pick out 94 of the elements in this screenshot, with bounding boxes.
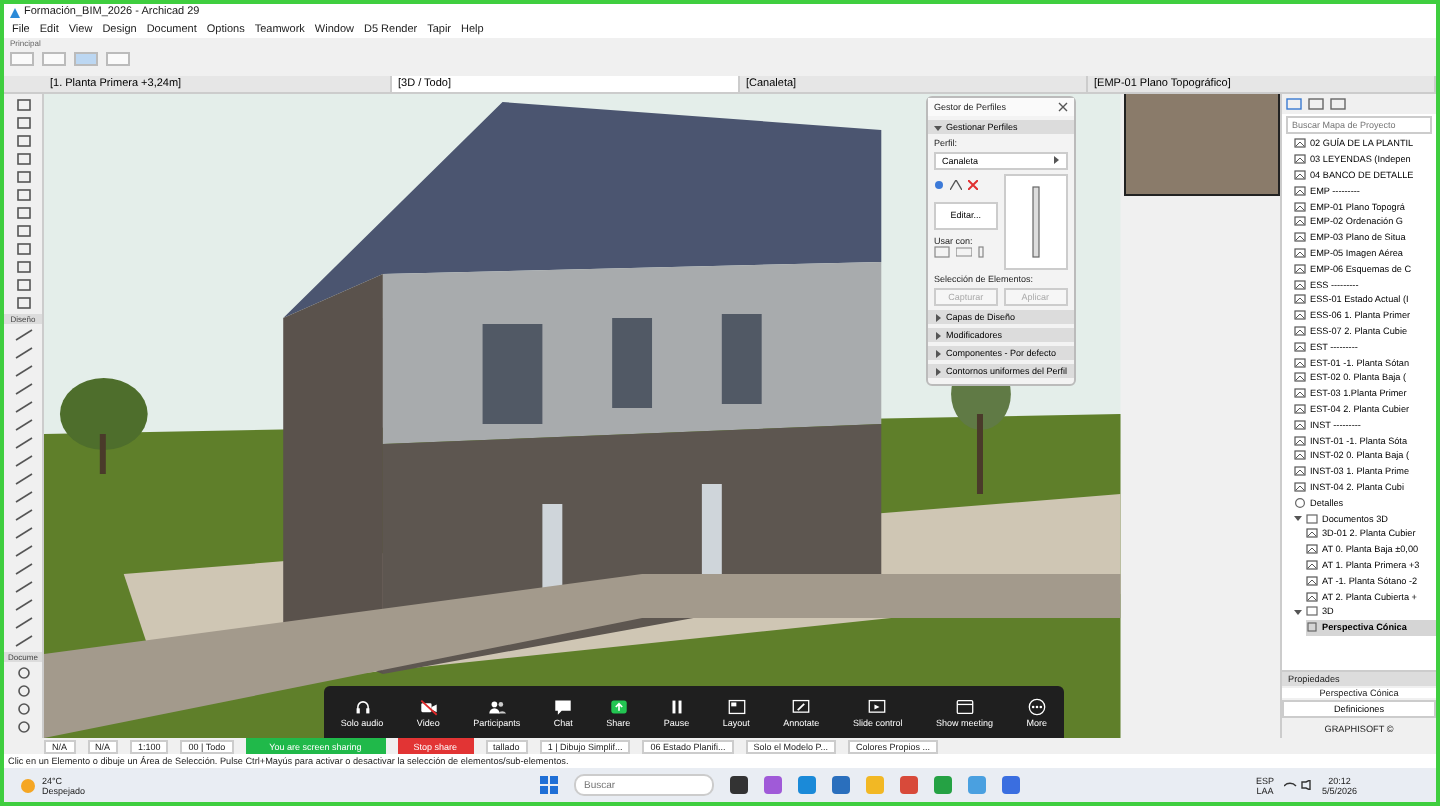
- picture-icon: [1294, 341, 1306, 352]
- folder-icon: [1306, 606, 1318, 617]
- picture-icon: [1294, 310, 1306, 321]
- window-icon: [955, 697, 974, 715]
- tool-button[interactable]: [13, 188, 33, 202]
- picture-icon: [1294, 388, 1306, 399]
- circle-icon[interactable]: [934, 179, 944, 190]
- tool-button[interactable]: [13, 400, 33, 414]
- tool-button[interactable]: [13, 702, 33, 716]
- picture-icon: [1294, 279, 1306, 290]
- picture-icon: [1294, 466, 1306, 477]
- play-icon: [868, 697, 887, 715]
- caret-icon: [934, 349, 942, 357]
- tool-button[interactable]: [13, 666, 33, 680]
- tool-button[interactable]: [13, 206, 33, 220]
- tool-button[interactable]: [13, 454, 33, 468]
- tool-button[interactable]: [13, 508, 33, 522]
- picture-icon: [1294, 481, 1306, 492]
- caret-icon: [934, 367, 942, 375]
- tool-button[interactable]: [13, 544, 33, 558]
- picture-icon: [1294, 263, 1306, 274]
- picture-icon: [1294, 169, 1306, 180]
- caret-icon[interactable]: [1294, 607, 1302, 616]
- tool-button[interactable]: [13, 490, 33, 504]
- picture-icon: [1294, 325, 1306, 336]
- tool-button[interactable]: [13, 134, 33, 148]
- tool-button[interactable]: [13, 242, 33, 256]
- tool-button[interactable]: [13, 684, 33, 698]
- pencil-icon: [792, 697, 811, 715]
- picture-icon: [1294, 154, 1306, 165]
- picture-icon: [1294, 435, 1306, 446]
- picture-icon: [1294, 216, 1306, 227]
- picture-icon: [1306, 528, 1318, 539]
- windows-icon[interactable]: [540, 776, 558, 794]
- picture-icon: [1294, 232, 1306, 243]
- tool-button[interactable]: [13, 296, 33, 310]
- picture-icon: [1294, 419, 1306, 430]
- picture-icon: [1294, 138, 1306, 149]
- camera-off-icon: [419, 697, 438, 715]
- close-icon[interactable]: [1057, 102, 1068, 112]
- tool-button[interactable]: [13, 616, 33, 630]
- tool-button[interactable]: [13, 346, 33, 360]
- tool-button[interactable]: [13, 328, 33, 342]
- picture-icon: [1294, 357, 1306, 368]
- tool-button[interactable]: [13, 580, 33, 594]
- tool-button[interactable]: [13, 382, 33, 396]
- arrow-up-icon: [609, 697, 628, 715]
- square-icon: [1306, 622, 1318, 633]
- picture-icon: [1294, 294, 1306, 305]
- tool-button[interactable]: [13, 526, 33, 540]
- tool-button[interactable]: [13, 152, 33, 166]
- headphones-icon: [353, 697, 372, 715]
- delete-icon[interactable]: [968, 179, 978, 190]
- more-icon: [1027, 697, 1046, 715]
- window-icon: [727, 697, 746, 715]
- speech-bubble-icon: [554, 697, 573, 715]
- profile-shape-icon: [1031, 186, 1040, 258]
- picture-icon: [1294, 201, 1306, 212]
- tool-button[interactable]: [13, 224, 33, 238]
- picture-icon: [1294, 247, 1306, 258]
- caret-icon: [1051, 156, 1060, 164]
- tool-button[interactable]: [13, 598, 33, 612]
- tool-button[interactable]: [13, 634, 33, 648]
- tool-button[interactable]: [13, 116, 33, 130]
- column-icon[interactable]: [978, 246, 984, 259]
- picture-icon: [1306, 591, 1318, 601]
- picture-icon: [1306, 559, 1318, 570]
- tool-button[interactable]: [13, 436, 33, 450]
- picture-icon: [1306, 544, 1318, 555]
- people-icon: [487, 697, 506, 715]
- tool-button[interactable]: [13, 720, 33, 734]
- caret-icon: [934, 123, 942, 131]
- picture-icon: [1294, 185, 1306, 196]
- picture-icon: [1294, 403, 1306, 414]
- sun-icon: [20, 777, 36, 793]
- tool-button[interactable]: [13, 364, 33, 378]
- caret-icon: [934, 331, 942, 339]
- caret-icon[interactable]: [1294, 514, 1302, 523]
- picture-icon: [1294, 450, 1306, 461]
- folder-icon: [1306, 513, 1318, 524]
- tree-drawing: [59, 378, 148, 474]
- tool-button[interactable]: [13, 98, 33, 112]
- circle-icon: [1294, 497, 1306, 508]
- caret-icon: [934, 313, 942, 321]
- tool-button[interactable]: [13, 278, 33, 292]
- tool-button[interactable]: [13, 418, 33, 432]
- picture-icon: [1306, 575, 1318, 586]
- pause-icon: [667, 697, 686, 715]
- picture-icon: [1294, 372, 1306, 383]
- tool-button[interactable]: [13, 260, 33, 274]
- 3d-viewport[interactable]: [44, 94, 1280, 738]
- tool-button[interactable]: [13, 562, 33, 576]
- tool-button[interactable]: [13, 170, 33, 184]
- tool-button[interactable]: [13, 472, 33, 486]
